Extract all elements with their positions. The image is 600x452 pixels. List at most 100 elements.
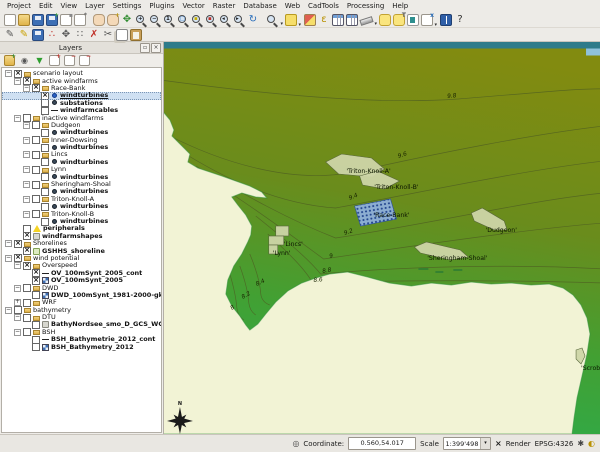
chevron-down-icon[interactable]: ▾ [480, 438, 490, 449]
panel-close-button[interactable]: × [151, 43, 161, 53]
panel-float-button[interactable]: ▫ [140, 43, 150, 53]
visibility-checkbox[interactable] [32, 195, 40, 203]
expander-icon[interactable]: − [23, 151, 30, 158]
visibility-checkbox[interactable] [32, 121, 40, 129]
deselect-features-icon[interactable] [304, 14, 316, 26]
save-edits-icon[interactable] [32, 29, 44, 41]
expander-icon[interactable]: − [14, 115, 21, 122]
node-tool-icon[interactable]: ∷ [74, 29, 86, 41]
visibility-checkbox[interactable] [32, 210, 40, 218]
visibility-checkbox[interactable] [32, 151, 40, 159]
zoom-native-icon[interactable]: 1 [163, 14, 175, 26]
zoom-full-icon[interactable]: □ [177, 14, 189, 26]
new-bookmark-icon[interactable] [407, 14, 419, 26]
gear-icon[interactable]: ✱ [577, 439, 584, 448]
group-row-wind-potential[interactable]: −×wind potential [2, 255, 161, 262]
layer-row-bsh-bathymetry-2012[interactable]: BSH_Bathymetry_2012 [2, 343, 161, 350]
expander-icon[interactable]: − [5, 307, 12, 314]
visibility-checkbox[interactable]: × [23, 262, 31, 270]
collapse-all-icon[interactable]: − [64, 55, 75, 66]
new-project-icon[interactable] [4, 14, 16, 26]
zoom-to-layer-icon[interactable]: ▪ [205, 14, 217, 26]
visibility-checkbox[interactable] [23, 328, 31, 336]
pan-map-icon[interactable] [93, 14, 105, 26]
visibility-checkbox[interactable] [23, 284, 31, 292]
visibility-checkbox[interactable] [23, 299, 31, 307]
menu-database[interactable]: Database [239, 1, 280, 11]
scale-combo[interactable]: 1:399'498 ▾ [443, 437, 491, 450]
copy-features-icon[interactable] [116, 29, 128, 41]
delete-selected-icon[interactable]: ✗ [88, 29, 100, 41]
visibility-checkbox[interactable] [41, 188, 49, 196]
expand-all-icon[interactable]: + [49, 55, 60, 66]
messages-log-icon[interactable]: ◐ [588, 439, 595, 448]
expander-icon[interactable]: − [5, 70, 12, 77]
coordinate-input[interactable]: 0.560,54.017 [348, 437, 416, 450]
visibility-checkbox[interactable]: × [32, 84, 40, 92]
expander-icon[interactable]: − [5, 255, 12, 262]
layer-row-windfarmshapes[interactable]: ×windfarmshapes [2, 233, 161, 240]
visibility-checkbox[interactable] [32, 166, 40, 174]
zoom-in-icon[interactable]: + [135, 14, 147, 26]
zoom-point-icon[interactable]: ▾ [266, 14, 278, 26]
text-annotation-icon[interactable]: T [393, 14, 405, 26]
field-calculator-icon[interactable]: x▾ [421, 14, 433, 26]
expander-icon[interactable]: − [23, 137, 30, 144]
zoom-out-icon[interactable]: − [149, 14, 161, 26]
expander-icon[interactable]: − [23, 211, 30, 218]
menu-project[interactable]: Project [3, 1, 35, 11]
group-row-wrf[interactable]: +WRF [2, 299, 161, 306]
menu-vector[interactable]: Vector [178, 1, 208, 11]
visibility-checkbox[interactable]: × [23, 232, 31, 240]
toggle-editing-icon[interactable]: ✎ [18, 29, 30, 41]
manage-visibility-icon[interactable]: ◉ [19, 55, 30, 66]
cut-features-icon[interactable]: ✂ [102, 29, 114, 41]
render-checkbox[interactable]: × [495, 439, 502, 448]
refresh-icon[interactable]: ↻ [247, 14, 259, 26]
visibility-checkbox[interactable] [23, 314, 31, 322]
visibility-checkbox[interactable] [32, 343, 40, 351]
menu-processing[interactable]: Processing [343, 1, 388, 11]
expander-icon[interactable]: − [23, 181, 30, 188]
visibility-checkbox[interactable] [41, 173, 49, 181]
visibility-checkbox[interactable] [41, 129, 49, 137]
menu-plugins[interactable]: Plugins [145, 1, 178, 11]
pan-to-selection-icon[interactable]: + [107, 14, 119, 26]
zoom-to-selection-icon[interactable]: ▪ [191, 14, 203, 26]
menu-web[interactable]: Web [281, 1, 304, 11]
expander-icon[interactable]: − [14, 285, 21, 292]
paste-features-icon[interactable] [130, 29, 142, 41]
map-tips-icon[interactable] [379, 14, 391, 26]
expander-icon[interactable]: − [14, 78, 21, 85]
new-print-composer-icon[interactable]: ▪ [60, 14, 72, 26]
move-icon[interactable]: ✥ [121, 14, 133, 26]
expander-icon[interactable]: − [14, 314, 21, 321]
map-canvas[interactable]: N 9.89.69.49.298.88.68.48.28 'Triton-Kno… [164, 42, 600, 434]
menu-settings[interactable]: Settings [109, 1, 146, 11]
visibility-checkbox[interactable] [41, 144, 49, 152]
add-group-icon[interactable]: + [4, 55, 15, 66]
filter-legend-icon[interactable]: ▼ [34, 55, 45, 66]
composer-manager-icon[interactable]: * [74, 14, 86, 26]
crs-status-button[interactable]: EPSG:4326 [535, 440, 574, 448]
measure-icon[interactable]: ▾ [360, 14, 372, 26]
visibility-checkbox[interactable]: × [14, 240, 22, 248]
visibility-checkbox[interactable] [32, 321, 40, 329]
menu-view[interactable]: View [57, 1, 82, 11]
select-by-expression-icon[interactable]: ε [318, 14, 330, 26]
current-edits-icon[interactable]: ✎ [4, 29, 16, 41]
expander-icon[interactable]: − [23, 85, 30, 92]
save-project-icon[interactable] [32, 14, 44, 26]
whats-this-icon[interactable]: ? [454, 14, 466, 26]
expander-icon[interactable]: − [14, 262, 21, 269]
add-feature-icon[interactable]: ∴ [46, 29, 58, 41]
visibility-checkbox[interactable] [32, 181, 40, 189]
visibility-checkbox[interactable]: × [32, 277, 40, 285]
move-feature-icon[interactable]: ✥ [60, 29, 72, 41]
visibility-checkbox[interactable] [41, 158, 49, 166]
expander-icon[interactable]: − [23, 196, 30, 203]
layer-row-gshhs-shoreline[interactable]: ×GSHHS_shoreline [2, 247, 161, 254]
menu-cadtools[interactable]: CadTools [304, 1, 343, 11]
expander-icon[interactable]: − [23, 166, 30, 173]
zoom-next-icon[interactable]: ▸ [233, 14, 245, 26]
